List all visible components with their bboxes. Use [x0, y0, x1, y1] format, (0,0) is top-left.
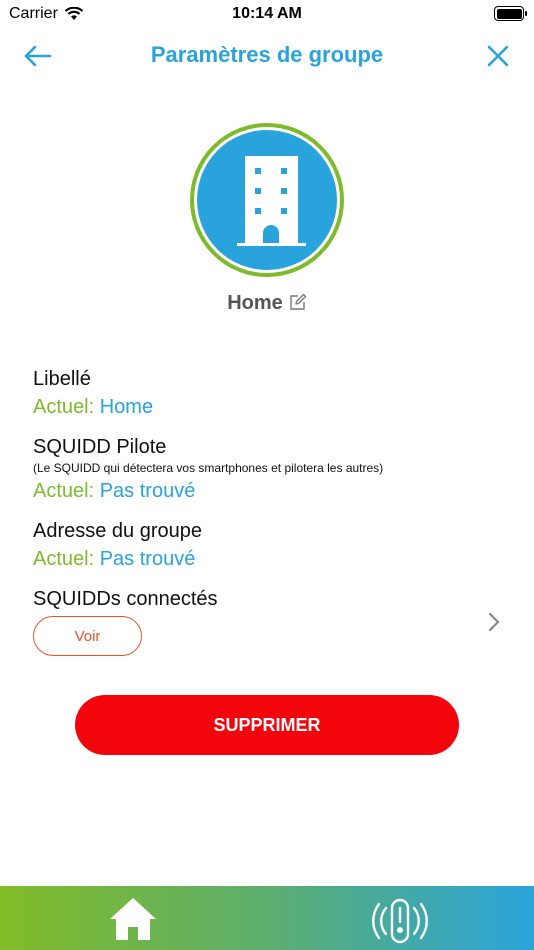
pilote-current-prefix: Actuel:: [33, 480, 95, 502]
adresse-current-prefix: Actuel:: [33, 548, 95, 570]
adresse-current-value: Pas trouvé: [99, 548, 196, 570]
pilote-label: SQUIDD Pilote: [33, 436, 167, 458]
libelle-current-prefix: Actuel:: [33, 396, 95, 418]
edit-icon[interactable]: [289, 293, 307, 311]
pilote-help: (Le SQUIDD qui détectera vos smartphones…: [33, 461, 384, 475]
pilote-value[interactable]: Actuel: Pas trouvé: [33, 480, 195, 503]
delete-group-button[interactable]: SUPPRIMER: [75, 695, 459, 755]
group-name-row[interactable]: Home: [0, 292, 534, 315]
chevron-right-icon[interactable]: [486, 610, 502, 634]
status-bar: Carrier 10:14 AM: [0, 0, 534, 28]
connectes-label: SQUIDDs connectés: [33, 588, 218, 610]
libelle-current-value: Home: [99, 396, 154, 418]
close-icon[interactable]: [484, 42, 512, 70]
group-avatar[interactable]: [190, 123, 344, 277]
battery-icon: [494, 6, 527, 21]
libelle-label: Libellé: [33, 368, 91, 390]
page-title: Paramètres de groupe: [150, 42, 384, 67]
squidd-device-icon[interactable]: [372, 894, 428, 944]
nav-bar: Paramètres de groupe: [0, 30, 534, 82]
building-icon: [237, 156, 306, 246]
group-name: Home: [227, 292, 283, 314]
voir-button[interactable]: Voir: [33, 616, 142, 656]
bottom-tab-bar: [0, 886, 534, 950]
libelle-value[interactable]: Actuel: Home: [33, 396, 153, 419]
adresse-label: Adresse du groupe: [33, 520, 203, 542]
home-icon[interactable]: [108, 896, 158, 942]
status-time: 10:14 AM: [232, 5, 302, 22]
adresse-value[interactable]: Actuel: Pas trouvé: [33, 548, 195, 571]
pilote-current-value: Pas trouvé: [99, 480, 196, 502]
